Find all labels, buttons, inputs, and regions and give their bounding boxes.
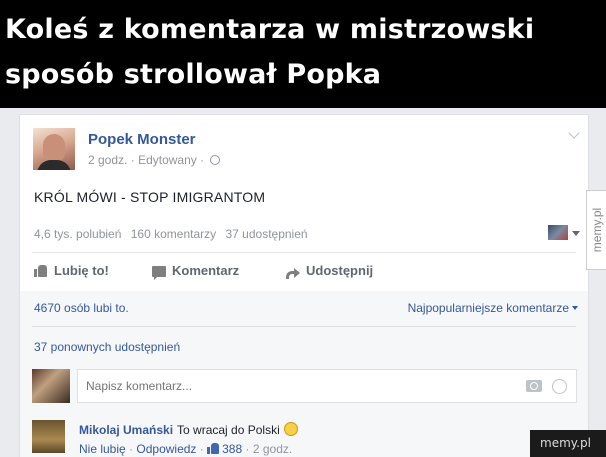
- comment-likes[interactable]: 388: [207, 442, 242, 456]
- post-meta: 2 godz. · Edytowany ·: [88, 153, 221, 167]
- post-text: KRÓL MÓWI - STOP IMIGRANTOM: [34, 189, 266, 205]
- emoji-icon[interactable]: [552, 379, 567, 394]
- like-button-label: Lubię to!: [54, 263, 109, 278]
- divider: [32, 326, 576, 327]
- comment-sort-dropdown[interactable]: Najpopularniejsze komentarze: [408, 301, 578, 315]
- meme-title-line-1: Koleś z komentarza w mistrzowski: [5, 14, 535, 45]
- comment-dot: ·: [129, 442, 134, 456]
- watermark-side-text: memy.pl: [590, 207, 604, 253]
- globe-icon[interactable]: [210, 155, 221, 165]
- comment-sort-label: Najpopularniejsze komentarze: [407, 301, 569, 315]
- watermark-corner: memy.pl: [530, 430, 606, 457]
- comment-button[interactable]: Komentarz: [152, 263, 240, 280]
- comment-author-link[interactable]: Mikolaj Umański: [79, 423, 173, 437]
- meme-title-line-2: sposób strollował Popka: [5, 59, 382, 90]
- likes-count-link[interactable]: 4,6 tys. polubień: [34, 227, 121, 241]
- comment-time[interactable]: 2 godz.: [253, 442, 292, 456]
- page-name-link[interactable]: Popek Monster: [88, 131, 196, 148]
- page-avatar[interactable]: [33, 128, 75, 170]
- meta-separator: ·: [130, 153, 135, 167]
- post-stats: 4,6 tys. polubień 160 komentarzy 37 udos…: [34, 227, 314, 241]
- share-button[interactable]: Udostępnij: [286, 263, 374, 279]
- likes-summary-link[interactable]: 4670 osób lubi to.: [34, 301, 129, 315]
- comment-input[interactable]: [86, 379, 486, 393]
- comment-reply-link[interactable]: Odpowiedz: [136, 442, 196, 456]
- smiley-emoji-icon: [283, 422, 298, 436]
- comment-icon: [152, 266, 166, 280]
- shares-count-link[interactable]: 37 udostępnień: [225, 227, 307, 241]
- watermark-corner-text: memy.pl: [540, 436, 591, 450]
- viewer-avatar: [32, 369, 70, 403]
- facebook-screenshot: Popek Monster 2 godz. · Edytowany · KRÓL…: [0, 108, 606, 457]
- thumbs-up-icon: [207, 443, 220, 454]
- divider: [32, 252, 576, 253]
- comment-likes-count: 388: [222, 442, 243, 456]
- comment-dot: ·: [245, 442, 250, 456]
- share-arrow-icon: [286, 267, 300, 279]
- camera-icon[interactable]: [526, 380, 542, 392]
- identity-avatar-icon[interactable]: [548, 225, 568, 240]
- comment-dot: ·: [199, 442, 204, 456]
- post-time-link[interactable]: 2 godz.: [88, 153, 127, 167]
- share-button-label: Udostępnij: [306, 263, 374, 278]
- comment-body: Mikolaj Umański To wracaj do Polski: [79, 422, 298, 437]
- comment-button-label: Komentarz: [172, 263, 240, 278]
- comment-actions: Nie lubię · Odpowiedz · 388 · 2 godz.: [79, 442, 292, 456]
- thumbs-up-icon: [34, 265, 48, 277]
- comment-composer[interactable]: [77, 369, 577, 403]
- edited-label[interactable]: Edytowany: [138, 153, 197, 167]
- watermark-side: memy.pl: [586, 190, 606, 270]
- comment-text: To wracaj do Polski: [177, 423, 280, 437]
- meta-separator: ·: [200, 153, 205, 167]
- comments-count-link[interactable]: 160 komentarzy: [131, 227, 216, 241]
- reshares-link[interactable]: 37 ponownych udostępnień: [34, 340, 180, 354]
- meme-title: Koleś z komentarza w mistrzowski sposób …: [0, 0, 606, 108]
- chevron-down-icon[interactable]: [568, 127, 580, 139]
- caret-down-icon[interactable]: [572, 231, 580, 236]
- caret-down-icon: [572, 306, 578, 310]
- comment-unlike-link[interactable]: Nie lubię: [79, 442, 126, 456]
- commenter-avatar[interactable]: [32, 420, 65, 453]
- post-card: Popek Monster 2 godz. · Edytowany · KRÓL…: [19, 114, 589, 457]
- like-button[interactable]: Lubię to!: [34, 263, 109, 278]
